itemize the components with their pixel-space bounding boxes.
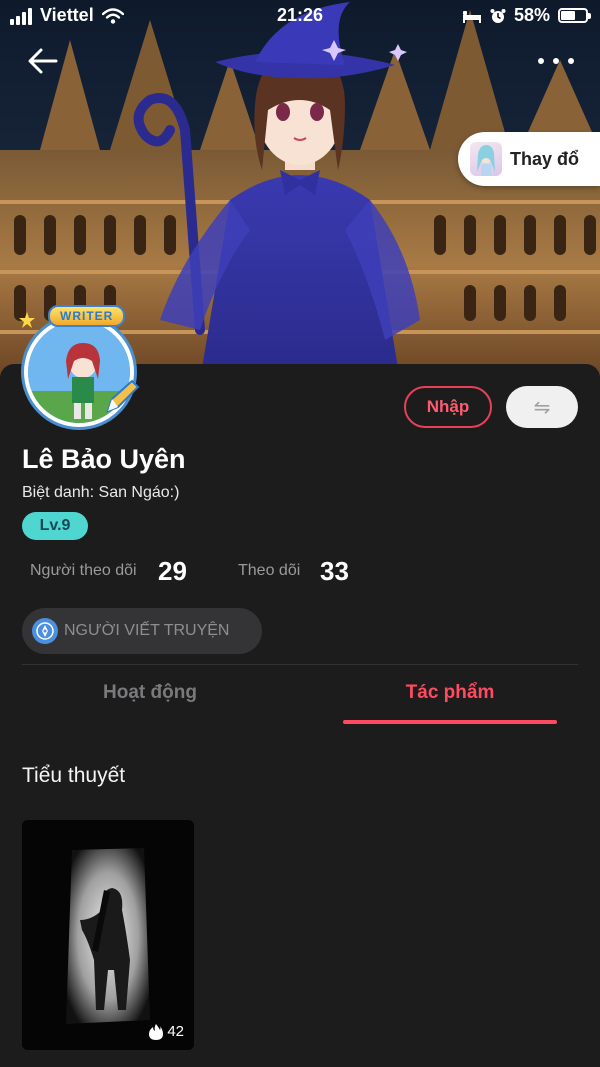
role-badge[interactable]: NGƯỜI VIẾT TRUYỆN	[22, 608, 262, 654]
active-tab-indicator	[343, 720, 557, 724]
bed-icon	[462, 10, 481, 23]
back-arrow-icon[interactable]	[26, 44, 60, 78]
nickname-label: Biệt danh:	[22, 484, 95, 501]
novel-views: 42	[149, 1023, 184, 1040]
status-bar: Viettel 21:26 58%	[0, 0, 600, 32]
tab-works[interactable]: Tác phẩm	[300, 682, 600, 704]
import-button[interactable]: Nhập	[404, 386, 492, 428]
battery-level	[561, 11, 575, 20]
swap-icon: ⇋	[533, 396, 551, 419]
followers-label[interactable]: Người theo dõi	[30, 562, 137, 580]
novel-card[interactable]: 42	[22, 820, 194, 1050]
battery-icon	[558, 8, 591, 23]
writer-tag: WRITER	[48, 305, 126, 327]
change-outfit-label: Thay đổ	[510, 148, 580, 169]
role-label: NGƯỜI VIẾT TRUYỆN	[64, 622, 230, 639]
views-count: 42	[167, 1023, 184, 1040]
fire-icon	[149, 1023, 164, 1040]
following-label[interactable]: Theo dõi	[238, 562, 300, 580]
section-title: Tiểu thuyết	[22, 764, 126, 787]
status-right: 58%	[462, 5, 591, 26]
more-dot-icon	[538, 58, 544, 64]
star-icon	[19, 312, 35, 328]
followers-count[interactable]: 29	[158, 556, 187, 587]
change-outfit-button[interactable]: Thay đổ	[458, 132, 600, 186]
more-dot-icon	[553, 58, 559, 64]
profile-screen: Viettel 21:26 58% Thay đổ WRITER Nhập ⇋ …	[0, 0, 600, 1067]
tab-activity[interactable]: Hoạt động	[0, 682, 300, 704]
novel-cover	[22, 820, 194, 1050]
divider	[22, 664, 578, 665]
swap-button[interactable]: ⇋	[506, 386, 578, 428]
following-count[interactable]: 33	[320, 556, 349, 587]
more-dot-icon	[568, 58, 574, 64]
alarm-icon	[490, 8, 506, 23]
battery-percent: 58%	[513, 5, 550, 25]
more-options-button[interactable]	[538, 50, 574, 72]
profile-name: Lê Bảo Uyên	[22, 444, 186, 474]
quill-icon	[32, 618, 58, 644]
pen-icon	[106, 379, 140, 413]
nickname-value: San Ngáo:)	[98, 484, 180, 501]
outfit-thumbnail	[470, 142, 502, 176]
level-badge: Lv.9	[22, 512, 88, 540]
profile-nickname: Biệt danh: San Ngáo:)	[22, 484, 179, 502]
avatar[interactable]: WRITER	[18, 305, 142, 427]
